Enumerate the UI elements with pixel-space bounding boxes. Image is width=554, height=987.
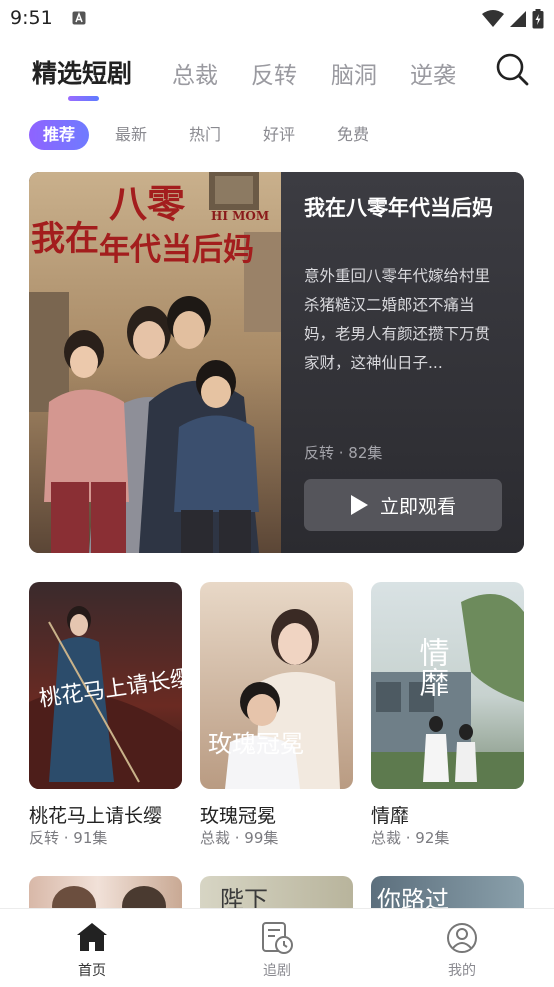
drama-meta: 总裁 · 99集: [200, 829, 279, 847]
tab-ceo[interactable]: 总裁: [172, 56, 218, 90]
featured-meta: 反转 · 82集: [304, 444, 383, 462]
drama-poster: 你路过: [377, 886, 449, 911]
chip-free[interactable]: 免费: [337, 120, 369, 150]
home-icon: [77, 923, 107, 951]
drama-title[interactable]: 玫瑰冠冕: [200, 801, 276, 828]
drama-card-partial[interactable]: 陛下: [200, 876, 353, 911]
active-tab-indicator: [68, 96, 99, 101]
bottom-navigation: 首页 追剧 我的: [0, 908, 554, 987]
drama-card-partial[interactable]: [29, 876, 182, 911]
watch-now-label: 立即观看: [380, 496, 457, 518]
watch-now-button[interactable]: 立即观看: [304, 479, 502, 531]
drama-poster[interactable]: 情靡: [371, 582, 524, 789]
tab-twist[interactable]: 反转: [251, 56, 297, 90]
chip-latest[interactable]: 最新: [115, 120, 147, 150]
featured-description: 意外重回八零年代嫁给村里杀猪糙汉二婚郎还不痛当妈，老男人有颜还攒下万贯家财，这神…: [304, 267, 491, 372]
filter-chips: 推荐 最新 热门 好评 免费: [0, 120, 554, 150]
drama-poster: [52, 886, 166, 911]
nav-profile[interactable]: 我的: [402, 909, 522, 987]
tab-fantasy[interactable]: 脑洞: [331, 56, 377, 90]
wifi-icon: [481, 9, 504, 27]
drama-meta: 反转 · 91集: [29, 829, 108, 847]
nav-home[interactable]: 首页: [32, 909, 152, 987]
drama-poster[interactable]: 玫瑰冠冕: [200, 582, 353, 789]
poster-title-line2: 我在: [31, 219, 99, 259]
drama-card-partial[interactable]: 你路过: [371, 876, 524, 911]
featured-title[interactable]: 我在八零年代当后妈: [304, 194, 504, 222]
drama-card[interactable]: 情靡 情靡 总裁 · 92集: [371, 582, 524, 847]
chip-popular[interactable]: 热门: [189, 120, 221, 150]
drama-poster[interactable]: 桃花马上请长缨: [29, 582, 194, 789]
poster-title: 情靡: [414, 637, 450, 697]
chip-recommended[interactable]: 推荐: [29, 120, 89, 150]
tab-comeback[interactable]: 逆袭: [410, 56, 456, 90]
drama-title[interactable]: 桃花马上请长缨: [29, 801, 162, 828]
battery-icon: [532, 8, 544, 28]
status-time: 9:51: [10, 7, 53, 29]
status-bar: 9:51: [0, 0, 554, 38]
status-icons: [481, 8, 544, 30]
drama-card[interactable]: 桃花马上请长缨 桃花马上请长缨 反转 · 91集: [29, 582, 194, 847]
history-icon: [262, 922, 293, 954]
nav-home-label: 首页: [78, 963, 106, 979]
poster-subtitle: HI MOM: [211, 209, 269, 223]
poster-title-line1: 八零: [109, 181, 186, 226]
nav-following[interactable]: 追剧: [217, 909, 337, 987]
signal-icon: [509, 10, 526, 27]
nav-profile-label: 我的: [448, 963, 476, 979]
play-icon: [351, 495, 368, 515]
search-icon[interactable]: [495, 52, 529, 86]
drama-title[interactable]: 情靡: [371, 801, 409, 828]
featured-drama-card[interactable]: 八零 我在 年代当后妈 HI MOM 我在八零年代当后妈 意外重回八零年代嫁给村…: [29, 172, 524, 553]
featured-info-panel: 我在八零年代当后妈 意外重回八零年代嫁给村里杀猪糙汉二婚郎还不痛当妈，老男人有颜…: [281, 172, 524, 553]
drama-poster: 陛下: [220, 886, 268, 911]
profile-icon: [447, 923, 477, 953]
drama-card[interactable]: 玫瑰冠冕 玫瑰冠冕 总裁 · 99集: [200, 582, 353, 847]
category-tabs: 精选短剧 总裁 反转 脑洞 逆袭: [0, 48, 554, 104]
chip-top-rated[interactable]: 好评: [263, 120, 295, 150]
notification-icon: [72, 11, 86, 25]
nav-following-label: 追剧: [263, 963, 291, 979]
featured-poster[interactable]: 八零 我在 年代当后妈 HI MOM: [29, 172, 281, 553]
drama-meta: 总裁 · 92集: [371, 829, 450, 847]
poster-title-line3: 年代当后妈: [99, 232, 254, 268]
tab-featured[interactable]: 精选短剧: [32, 54, 132, 90]
poster-title: 玫瑰冠冕: [208, 730, 304, 758]
